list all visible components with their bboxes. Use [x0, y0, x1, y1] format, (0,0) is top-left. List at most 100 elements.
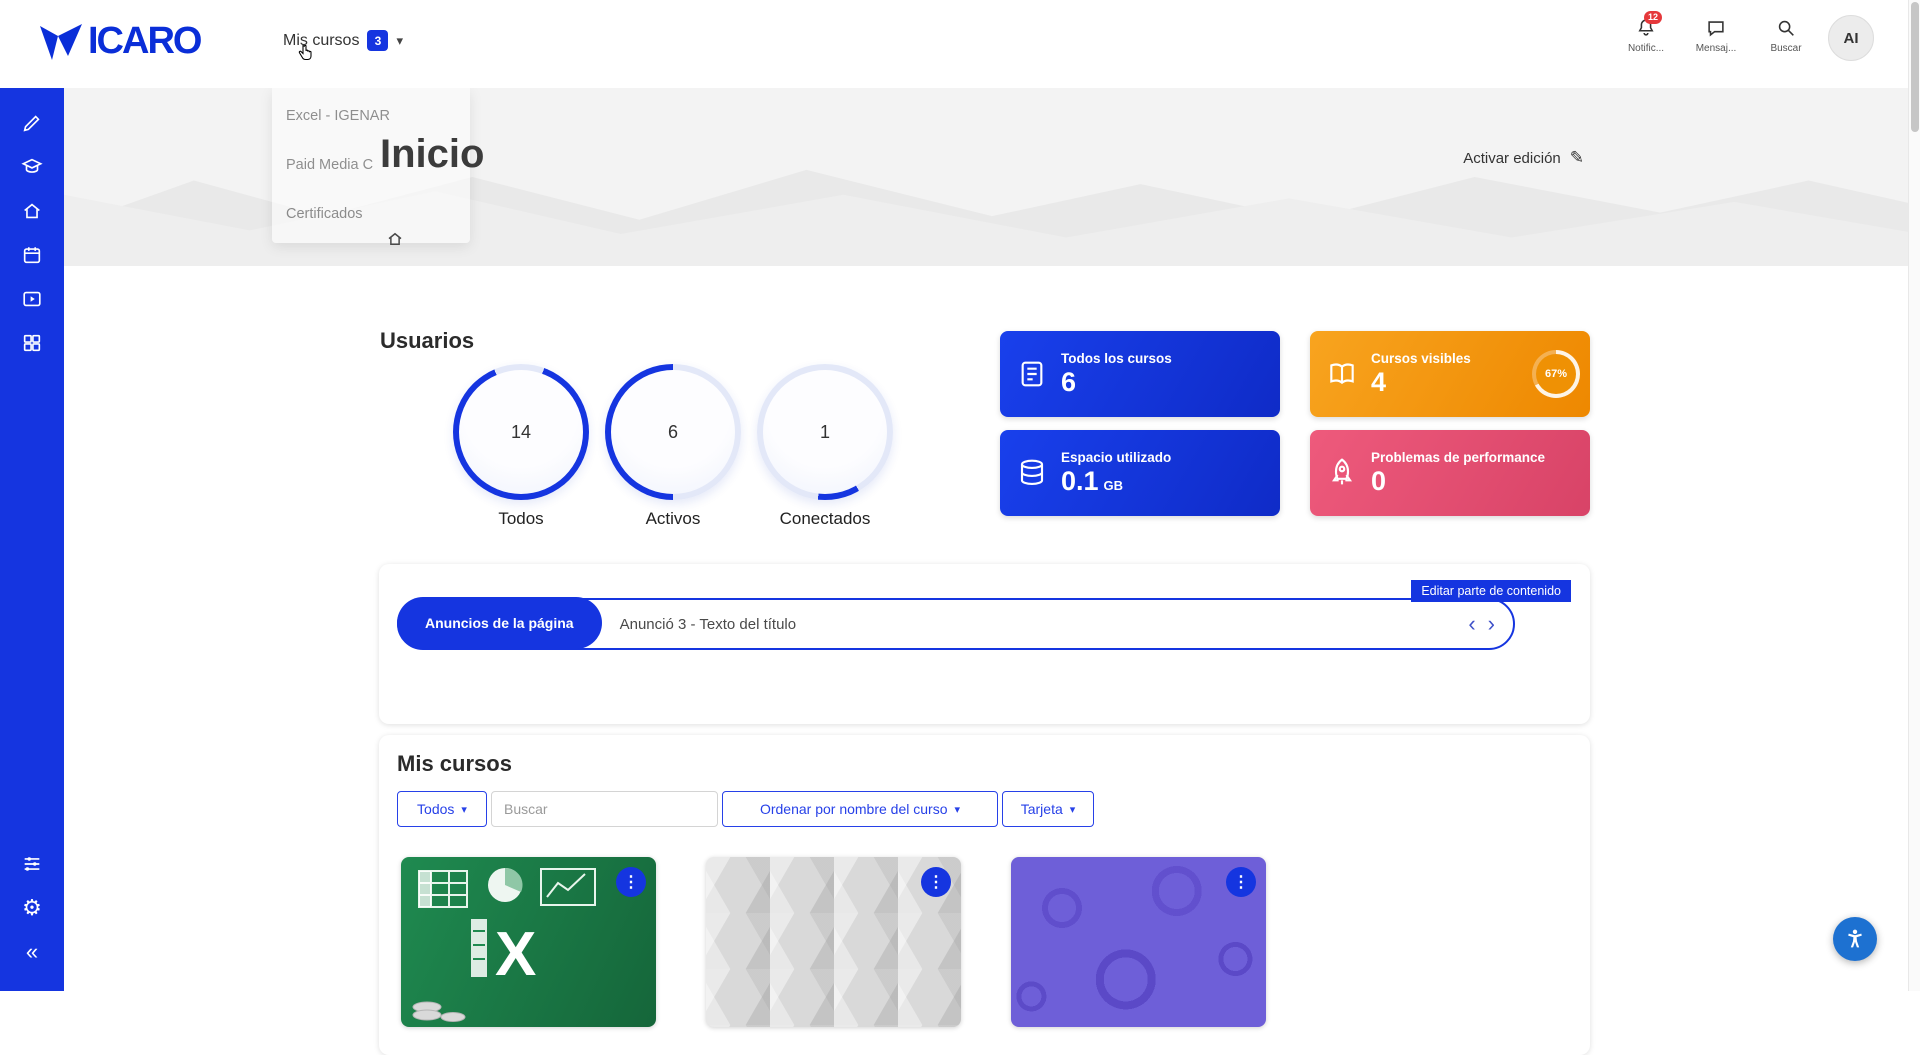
gauge-ring: 6 — [605, 364, 741, 500]
notifications-label: Notific... — [1628, 43, 1664, 54]
gauge-value: 14 — [459, 370, 583, 494]
chevron-down-icon: ▾ — [955, 803, 961, 816]
next-announcement-button[interactable]: › — [1488, 613, 1495, 635]
messages-button[interactable]: Mensaj... — [1688, 13, 1744, 54]
course-list: X ⋮ ⋮ ⋮ — [401, 857, 1266, 1027]
search-button[interactable]: Buscar — [1758, 13, 1814, 54]
course-category-filter[interactable]: Todos ▾ — [397, 791, 487, 827]
sidebar-item-settings[interactable]: ⚙ — [12, 888, 52, 928]
stat-value: 0 — [1371, 467, 1545, 497]
stat-title: Espacio utilizado — [1061, 450, 1171, 467]
stat-value: 4 — [1371, 368, 1471, 398]
accessibility-button[interactable] — [1833, 917, 1877, 961]
accessibility-icon — [1843, 927, 1867, 951]
stat-card-visible-courses[interactable]: Cursos visibles 4 67% — [1310, 331, 1590, 417]
sidebar-item-home[interactable] — [12, 191, 52, 231]
chevron-down-icon: ▾ — [396, 33, 403, 49]
top-bar: ICARO Mis cursos 3 ▾ 12 Notific... Mensa… — [0, 0, 1920, 88]
sidebar-item-blocks[interactable] — [12, 323, 52, 363]
media-icon — [21, 288, 43, 310]
my-courses-title: Mis cursos — [397, 751, 512, 777]
gauge-label: Activos — [646, 509, 701, 529]
course-sort-filter[interactable]: Ordenar por nombre del curso ▾ — [722, 791, 998, 827]
stat-unit: GB — [1104, 478, 1124, 493]
stat-cards: Todos los cursos 6 Cursos visibles 4 67%… — [1000, 331, 1590, 516]
grid-icon — [21, 332, 43, 354]
gauge-todos: 14 Todos — [445, 364, 597, 529]
scrollbar-thumb[interactable] — [1911, 2, 1919, 132]
activate-editing-button[interactable]: Activar edición ✎ — [1463, 148, 1584, 168]
dropdown-item-course[interactable]: Certificados — [272, 190, 470, 239]
open-book-icon — [1326, 358, 1358, 390]
course-card-excel[interactable]: X ⋮ — [401, 857, 656, 1027]
calendar-icon — [21, 244, 43, 266]
gauge-ring: 14 — [453, 364, 589, 500]
messages-label: Mensaj... — [1696, 43, 1737, 54]
visible-percentage-badge: 67% — [1532, 350, 1580, 398]
chevron-down-icon: ▾ — [461, 803, 467, 816]
gauge-label: Conectados — [780, 509, 871, 529]
avatar[interactable]: AI — [1828, 15, 1874, 61]
sidebar: ⚙ « — [0, 88, 64, 991]
prev-announcement-button[interactable]: ‹ — [1468, 613, 1475, 635]
users-section-title: Usuarios — [380, 328, 474, 354]
breadcrumb-home-icon[interactable] — [386, 230, 404, 248]
stat-card-storage[interactable]: Espacio utilizado 0.1 GB — [1000, 430, 1280, 516]
stat-title: Todos los cursos — [1061, 351, 1172, 368]
topbar-actions: 12 Notific... Mensaj... Buscar AI — [1618, 13, 1874, 61]
graduation-cap-icon — [21, 156, 43, 178]
course-menu-button[interactable]: ⋮ — [616, 867, 646, 897]
nav-mis-cursos-badge: 3 — [367, 30, 388, 51]
collapse-icon: « — [26, 941, 38, 963]
sidebar-bottom: ⚙ « — [0, 844, 64, 976]
course-menu-button[interactable]: ⋮ — [921, 867, 951, 897]
gauge-activos: 6 Activos — [597, 364, 749, 529]
stat-value: 6 — [1061, 368, 1172, 398]
database-icon — [1016, 457, 1048, 489]
chevron-down-icon: ▾ — [1070, 803, 1076, 816]
stat-title: Cursos visibles — [1371, 351, 1471, 368]
notification-count-badge: 12 — [1644, 11, 1662, 24]
search-label: Buscar — [1770, 43, 1801, 54]
gauge-ring: 1 — [757, 364, 893, 500]
stat-card-performance[interactable]: Problemas de performance 0 — [1310, 430, 1590, 516]
course-search-input[interactable] — [491, 791, 718, 827]
sidebar-item-courses[interactable] — [12, 147, 52, 187]
report-icon — [1016, 358, 1048, 390]
stat-card-all-courses[interactable]: Todos los cursos 6 — [1000, 331, 1280, 417]
gauge-label: Todos — [498, 509, 543, 529]
course-card-2[interactable]: ⋮ — [706, 857, 961, 1027]
announcement-text: Anunció 3 - Texto del título — [620, 616, 1469, 633]
icaro-logo[interactable]: ICARO — [38, 20, 200, 63]
logo-text: ICARO — [88, 20, 200, 63]
home-icon — [21, 200, 43, 222]
sidebar-item-edit[interactable] — [12, 103, 52, 143]
gear-icon: ⚙ — [22, 897, 42, 919]
course-card-3[interactable]: ⋮ — [1011, 857, 1266, 1027]
pencil-icon — [21, 112, 43, 134]
announcements-bar: Anuncios de la página Anunció 3 - Texto … — [397, 598, 1515, 650]
course-filters: Todos ▾ Ordenar por nombre del curso ▾ T… — [397, 791, 1094, 827]
sidebar-item-admin[interactable] — [12, 844, 52, 884]
mouse-cursor — [297, 44, 313, 63]
notifications-button[interactable]: 12 Notific... — [1618, 13, 1674, 54]
sidebar-item-calendar[interactable] — [12, 235, 52, 275]
course-menu-button[interactable]: ⋮ — [1226, 867, 1256, 897]
edit-content-part-label[interactable]: Editar parte de contenido — [1411, 580, 1571, 602]
announcements-card: Editar parte de contenido Anuncios de la… — [379, 564, 1590, 724]
stat-title: Problemas de performance — [1371, 450, 1545, 467]
my-courses-card: Mis cursos Todos ▾ Ordenar por nombre de… — [379, 735, 1590, 1055]
gauge-conectados: 1 Conectados — [749, 364, 901, 529]
sidebar-item-content-bank[interactable] — [12, 279, 52, 319]
gauge-value: 1 — [763, 370, 887, 494]
sidebar-collapse-button[interactable]: « — [12, 932, 52, 972]
course-view-filter[interactable]: Tarjeta ▾ — [1002, 791, 1094, 827]
user-gauges: 14 Todos 6 Activos 1 Conectados — [445, 364, 901, 529]
page-scrollbar — [1908, 0, 1920, 991]
announcement-nav: ‹ › — [1468, 613, 1495, 635]
gauge-value: 6 — [611, 370, 735, 494]
announcements-tab[interactable]: Anuncios de la página — [397, 597, 602, 649]
svg-text:X: X — [495, 920, 536, 989]
rocket-icon — [1326, 457, 1358, 489]
logo-mark-icon — [38, 22, 84, 62]
